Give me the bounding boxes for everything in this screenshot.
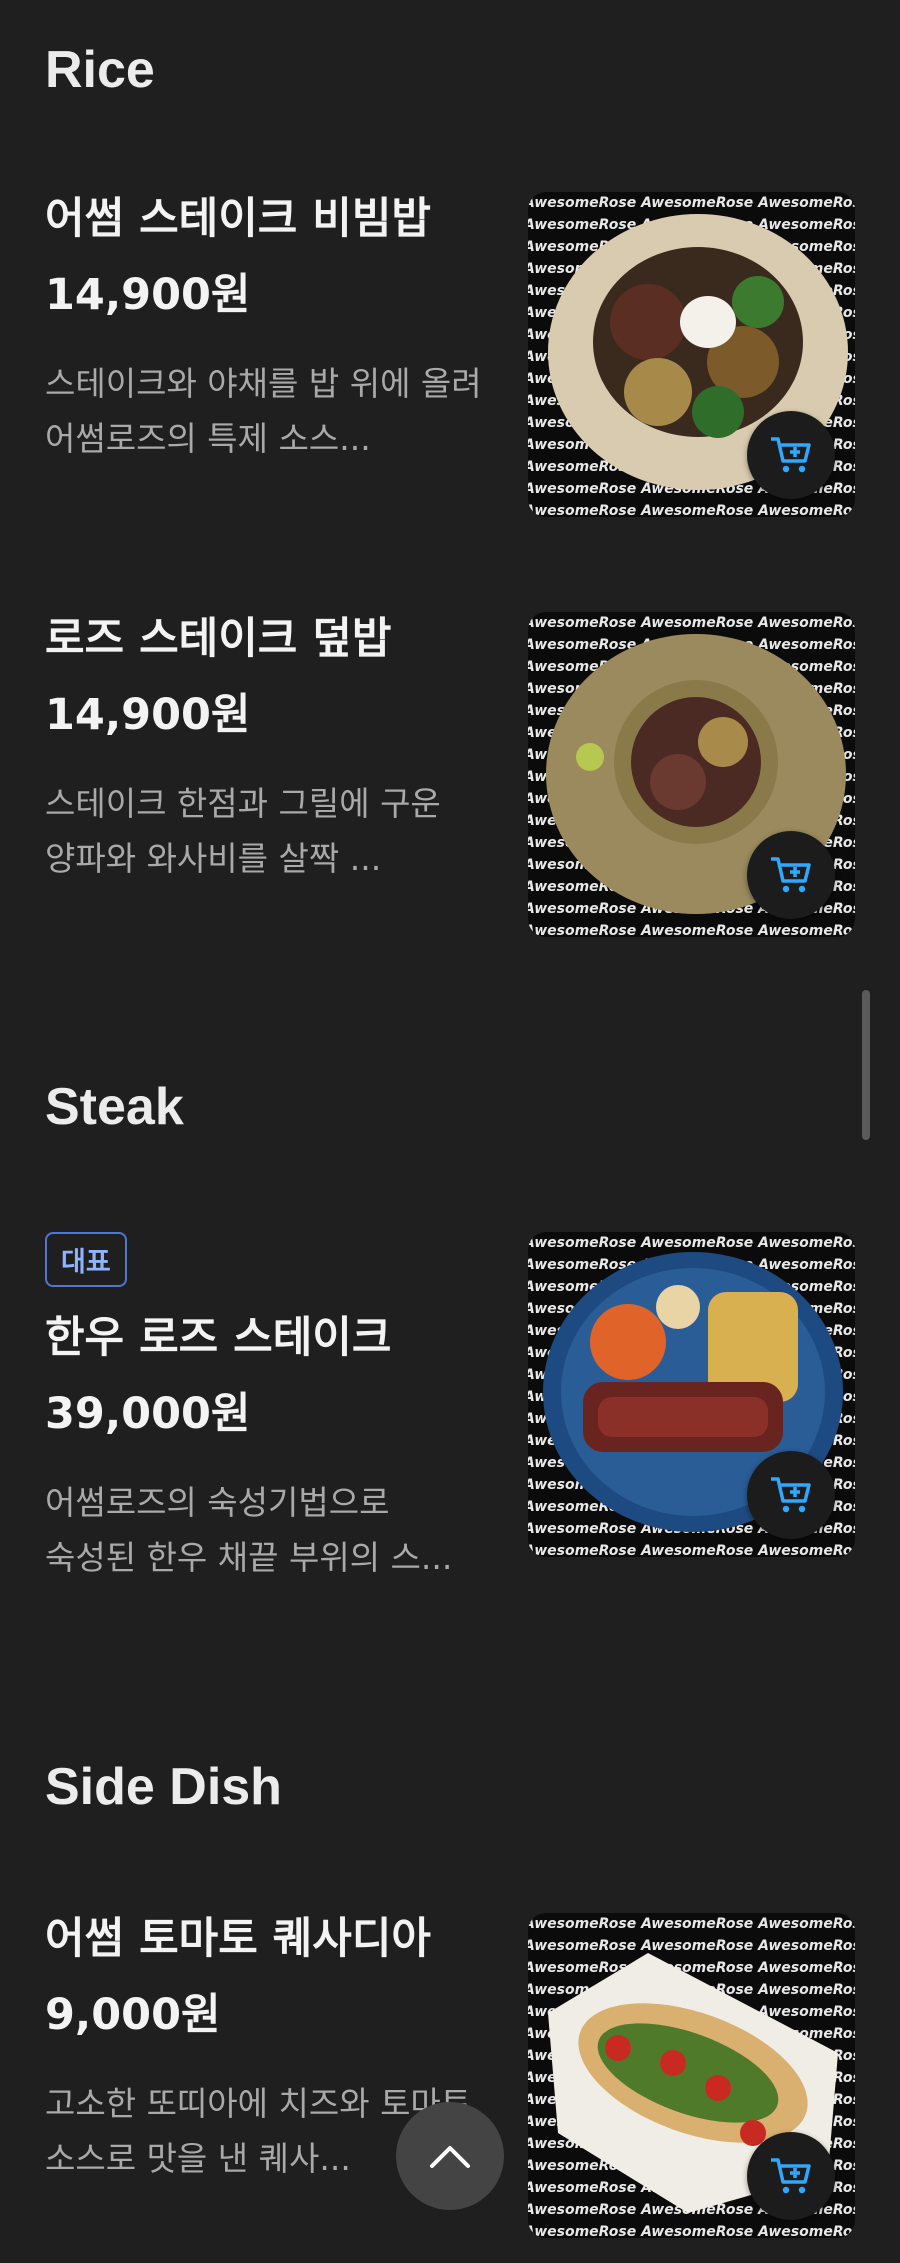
- item-price: 14,900원: [45, 690, 251, 740]
- item-description: 스테이크 한점과 그릴에 구운 양파와 와사비를 살짝 ...: [45, 784, 441, 878]
- item-image[interactable]: AwesomeRose AwesomeRose AwesomeRose Aweso…: [528, 192, 855, 517]
- signature-badge: 대표: [45, 1232, 127, 1287]
- item-price: 14,900원: [45, 270, 251, 320]
- add-to-cart-icon: [771, 437, 811, 473]
- add-to-cart-button[interactable]: [747, 411, 835, 499]
- item-name: 어썸 스테이크 비빔밥: [45, 194, 431, 244]
- menu-item[interactable]: 로즈 스테이크 덮밥 14,900원 스테이크 한점과 그릴에 구운 양파와 와…: [45, 610, 485, 886]
- item-price: 9,000원: [45, 1990, 221, 2040]
- item-image[interactable]: AwesomeRose AwesomeRose AwesomeRose Aweso…: [528, 612, 855, 937]
- item-description: 스테이크와 야채를 밥 위에 올려 어썸로즈의 특제 소스...: [45, 364, 482, 458]
- add-to-cart-button[interactable]: [747, 831, 835, 919]
- add-to-cart-icon: [771, 2158, 811, 2194]
- item-name: 어썸 토마토 퀘사디아: [45, 1914, 431, 1964]
- item-image[interactable]: AwesomeRose AwesomeRose AwesomeRose Aweso…: [528, 1232, 855, 1557]
- menu-item[interactable]: 어썸 스테이크 비빔밥 14,900원 스테이크와 야채를 밥 위에 올려 어썸…: [45, 190, 485, 466]
- add-to-cart-button[interactable]: [747, 2132, 835, 2220]
- scroll-to-top-button[interactable]: [396, 2102, 504, 2210]
- section-title-rice: Rice: [45, 41, 155, 99]
- item-image[interactable]: AwesomeRose AwesomeRose AwesomeRose Aweso…: [528, 1913, 855, 2238]
- section-title-side-dish: Side Dish: [45, 1758, 282, 1816]
- add-to-cart-icon: [771, 1477, 811, 1513]
- section-title-steak: Steak: [45, 1078, 184, 1136]
- item-name: 로즈 스테이크 덮밥: [45, 614, 392, 664]
- item-price: 39,000원: [45, 1389, 251, 1439]
- item-name: 한우 로즈 스테이크: [45, 1313, 392, 1363]
- scrollbar-thumb[interactable]: [862, 990, 870, 1140]
- chevron-up-icon: [430, 2146, 470, 2168]
- menu-item[interactable]: 대표 한우 로즈 스테이크 39,000원 어썸로즈의 숙성기법으로 숙성된 한…: [45, 1232, 485, 1585]
- item-description: 어썸로즈의 숙성기법으로 숙성된 한우 채끝 부위의 스...: [45, 1483, 453, 1577]
- add-to-cart-button[interactable]: [747, 1451, 835, 1539]
- add-to-cart-icon: [771, 857, 811, 893]
